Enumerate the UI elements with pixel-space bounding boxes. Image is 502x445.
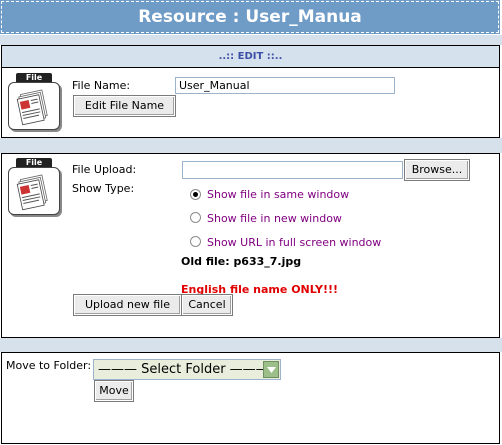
radio-full-screen[interactable] bbox=[190, 236, 201, 247]
move-to-folder-label: Move to Folder: bbox=[6, 359, 92, 372]
radio-same-window[interactable] bbox=[190, 189, 201, 200]
page-title: Resource : User_Manua bbox=[0, 0, 500, 34]
file-icon: File bbox=[6, 73, 62, 131]
radio-new-window-label[interactable]: Show file in new window bbox=[207, 212, 342, 225]
old-file-text: Old file: p633_7.jpg bbox=[181, 255, 302, 268]
file-upload-input[interactable] bbox=[182, 161, 403, 179]
edit-header: ..:: EDIT ::.. bbox=[2, 46, 499, 68]
folder-select[interactable]: ——— Select Folder ——— bbox=[93, 359, 281, 380]
browse-button[interactable]: Browse... bbox=[404, 159, 470, 181]
separator bbox=[0, 35, 502, 45]
file-name-label: File Name: bbox=[72, 79, 131, 92]
file-upload-label: File Upload: bbox=[72, 163, 137, 176]
radio-full-screen-label[interactable]: Show URL in full screen window bbox=[207, 236, 381, 249]
upload-panel: File File Upload: Browse... Show Type: S… bbox=[1, 153, 500, 338]
separator bbox=[0, 138, 502, 153]
move-button[interactable]: Move bbox=[94, 380, 134, 402]
radio-new-window[interactable] bbox=[190, 212, 201, 223]
radio-same-window-label[interactable]: Show file in same window bbox=[207, 188, 349, 201]
upload-new-file-button[interactable]: Upload new file bbox=[73, 294, 182, 316]
file-name-input[interactable]: User_Manual bbox=[175, 77, 395, 94]
chevron-down-icon[interactable] bbox=[263, 361, 279, 378]
folder-select-value: ——— Select Folder ——— bbox=[98, 362, 269, 377]
title-bar: Resource : User_Manua bbox=[0, 0, 502, 36]
separator bbox=[0, 338, 502, 352]
edit-panel: ..:: EDIT ::.. File File Name: User_Manu… bbox=[1, 45, 500, 138]
file-icon: File bbox=[6, 158, 62, 216]
cancel-button[interactable]: Cancel bbox=[181, 294, 233, 316]
edit-file-name-button[interactable]: Edit File Name bbox=[73, 95, 176, 117]
move-panel: Move to Folder: ——— Select Folder ——— Mo… bbox=[1, 352, 500, 444]
show-type-label: Show Type: bbox=[72, 182, 135, 195]
